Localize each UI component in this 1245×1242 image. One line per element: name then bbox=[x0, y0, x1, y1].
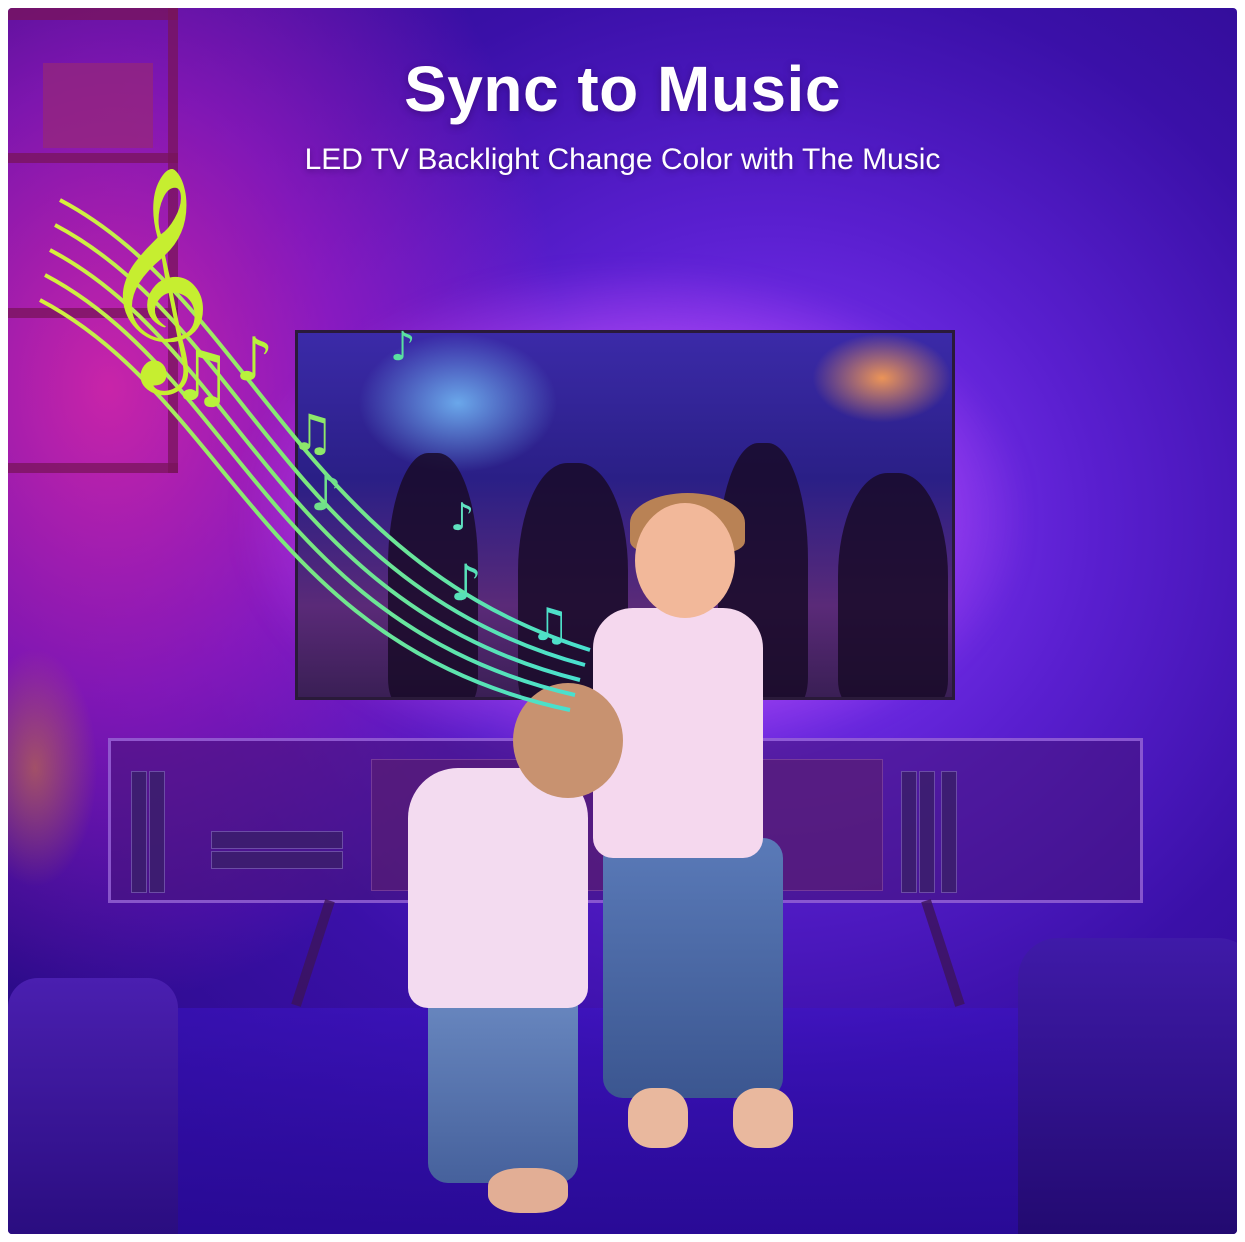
houseplant bbox=[8, 648, 98, 888]
armchair-left bbox=[8, 978, 178, 1234]
subheadline: LED TV Backlight Change Color with The M… bbox=[304, 143, 941, 176]
headline: Sync to Music bbox=[404, 53, 841, 125]
armchair-right bbox=[1018, 938, 1237, 1234]
product-image bbox=[8, 8, 1237, 1234]
